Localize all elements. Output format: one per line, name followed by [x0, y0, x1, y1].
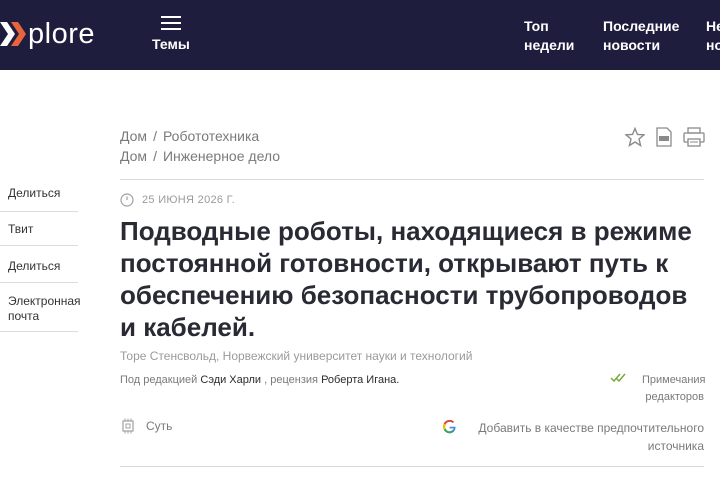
google-preferred-label: Добавить в качестве предпочтительного ис… [478, 421, 704, 453]
nav-latest-news-line1: Последние [603, 18, 680, 34]
reviewed-by-label: , рецензия [264, 374, 319, 386]
reviewer-name[interactable]: Роберта Игана. [321, 374, 399, 386]
menu-label: Темы [152, 36, 190, 52]
pdf-icon[interactable] [655, 127, 673, 147]
breadcrumb-home[interactable]: Дом [120, 128, 147, 144]
star-icon[interactable] [625, 127, 645, 147]
article-author: Торе Стенсвольд, Норвежский университет … [120, 349, 473, 363]
google-icon [443, 420, 456, 434]
divider [120, 179, 704, 180]
editorial-credits: Под редакцией Сэди Харли , рецензия Робе… [120, 374, 399, 386]
nav-top-week[interactable]: Топ недели [524, 17, 574, 55]
nav-more[interactable]: Не но [706, 17, 720, 55]
breadcrumb-home[interactable]: Дом [120, 148, 147, 164]
share-facebook[interactable]: Делиться [0, 186, 78, 212]
gist-label: Суть [146, 419, 173, 433]
nav-latest-news-line2: новости [603, 37, 661, 53]
nav-more-line1: Не [706, 18, 720, 34]
share-label: Делиться [8, 259, 61, 273]
share-label: Электронная почта [8, 294, 81, 323]
editor-name[interactable]: Сэди Харли [200, 374, 261, 386]
logo-text: plore [28, 18, 95, 50]
editors-notes-label: Примечания редакторов [642, 374, 706, 403]
topics-menu-button[interactable]: Темы [152, 16, 190, 52]
nav-top-week-line2: недели [524, 37, 575, 53]
chip-icon [122, 418, 134, 434]
site-header: plore Темы Топ недели Последние новости … [0, 0, 720, 70]
divider [120, 466, 704, 467]
double-check-icon [610, 373, 626, 383]
gist-toggle[interactable]: Суть [120, 418, 172, 434]
clock-icon [120, 193, 134, 207]
hamburger-icon [161, 16, 181, 30]
breadcrumb-engineering[interactable]: Инженерное дело [163, 148, 280, 164]
article-title: Подводные роботы, находящиеся в режиме п… [120, 216, 692, 342]
nav-latest-news[interactable]: Последние новости [603, 17, 679, 55]
logo-x-icon [0, 22, 26, 46]
site-logo[interactable]: plore [0, 18, 95, 50]
share-twitter[interactable]: Твит [0, 222, 78, 246]
google-preferred-source-link[interactable]: Добавить в качестве предпочтительного ис… [443, 419, 704, 455]
edited-by-label: Под редакцией [120, 374, 198, 386]
breadcrumb-robotics[interactable]: Робототехника [163, 128, 259, 144]
breadcrumb-separator: / [153, 148, 157, 164]
share-label: Делиться [8, 186, 61, 200]
breadcrumb: Дом / Инженерное дело [120, 148, 280, 164]
share-other[interactable]: Делиться [0, 259, 78, 283]
publish-date: 25 ИЮНЯ 2026 Г. [120, 193, 235, 207]
share-label: Твит [8, 222, 34, 236]
breadcrumb-separator: / [153, 128, 157, 144]
date-text: 25 ИЮНЯ 2026 Г. [142, 194, 235, 206]
nav-top-week-line1: Топ [524, 18, 549, 34]
nav-more-line2: но [706, 37, 720, 53]
breadcrumb: Дом / Робототехника [120, 128, 259, 144]
editors-notes-link[interactable]: Примечания редакторов [610, 372, 706, 406]
print-icon[interactable] [683, 127, 705, 147]
share-email[interactable]: Электронная почта [0, 294, 81, 332]
